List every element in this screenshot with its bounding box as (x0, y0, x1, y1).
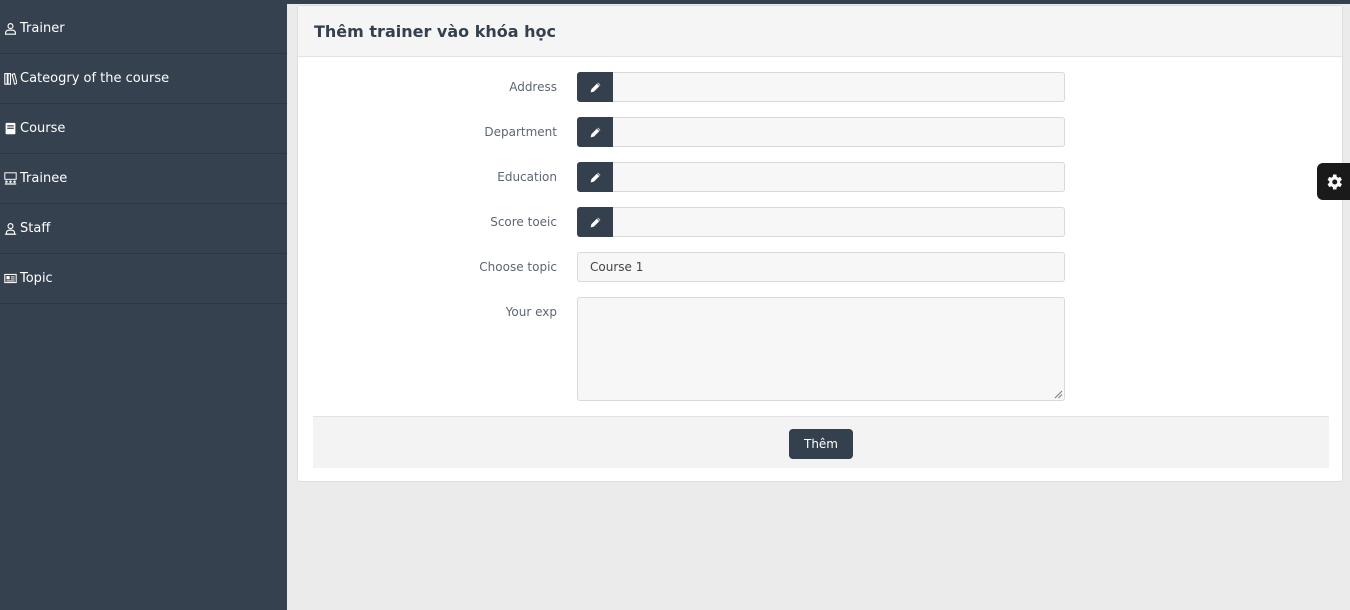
sidebar-item-label: Course (20, 121, 66, 136)
score-toeic-input-group (577, 207, 1065, 237)
sidebar-item-label: Staff (20, 221, 51, 236)
add-trainer-panel: Thêm trainer vào khóa học Address Depart… (297, 5, 1343, 482)
books-icon (2, 71, 18, 87)
page-title: Thêm trainer vào khóa học (314, 21, 556, 41)
sidebar-item-staff[interactable]: Staff (0, 204, 287, 254)
sidebar: Trainer Cateogry of the course Course Tr… (0, 0, 287, 610)
score-toeic-label: Score toeic (490, 215, 557, 229)
add-button[interactable]: Thêm (789, 429, 853, 459)
education-input-group (577, 162, 1065, 192)
address-input[interactable] (613, 72, 1065, 102)
sidebar-item-label: Trainer (20, 21, 65, 36)
choose-topic-select[interactable]: Course 1 (577, 252, 1065, 282)
education-input[interactable] (613, 162, 1065, 192)
sidebar-item-label: Topic (20, 271, 53, 286)
education-row: Education (298, 162, 1344, 192)
pencil-icon (577, 162, 613, 192)
sidebar-item-category[interactable]: Cateogry of the course (0, 54, 287, 104)
score-toeic-row: Score toeic (298, 207, 1344, 237)
panel-header: Thêm trainer vào khóa học (298, 6, 1342, 57)
form-footer: Thêm (313, 416, 1329, 468)
department-row: Department (298, 117, 1344, 147)
department-label: Department (484, 125, 557, 139)
sidebar-item-trainer[interactable]: Trainer (0, 4, 287, 54)
choose-topic-row: Choose topic Course 1 (298, 252, 1344, 282)
score-toeic-input[interactable] (613, 207, 1065, 237)
book-icon (2, 121, 18, 137)
sidebar-item-label: Cateogry of the course (20, 71, 170, 86)
sidebar-item-course[interactable]: Course (0, 104, 287, 154)
address-input-group (577, 72, 1065, 102)
settings-toggle[interactable] (1317, 163, 1350, 200)
address-label: Address (509, 80, 557, 94)
staff-icon (2, 221, 18, 237)
user-icon (2, 21, 18, 37)
newspaper-icon (2, 271, 18, 287)
sidebar-item-trainee[interactable]: Trainee (0, 154, 287, 204)
choose-topic-label: Choose topic (479, 260, 557, 274)
department-input-group (577, 117, 1065, 147)
sidebar-item-topic[interactable]: Topic (0, 254, 287, 304)
address-row: Address (298, 72, 1344, 102)
pencil-icon (577, 207, 613, 237)
your-exp-label: Your exp (505, 305, 557, 319)
resize-grip-icon[interactable] (1054, 390, 1063, 399)
department-input[interactable] (613, 117, 1065, 147)
pencil-icon (577, 117, 613, 147)
pencil-icon (577, 72, 613, 102)
sidebar-item-label: Trainee (20, 171, 68, 186)
gear-icon (1327, 174, 1342, 189)
classroom-icon (2, 171, 18, 187)
your-exp-textarea[interactable] (577, 297, 1065, 401)
education-label: Education (497, 170, 557, 184)
your-exp-row: Your exp (298, 297, 1344, 401)
